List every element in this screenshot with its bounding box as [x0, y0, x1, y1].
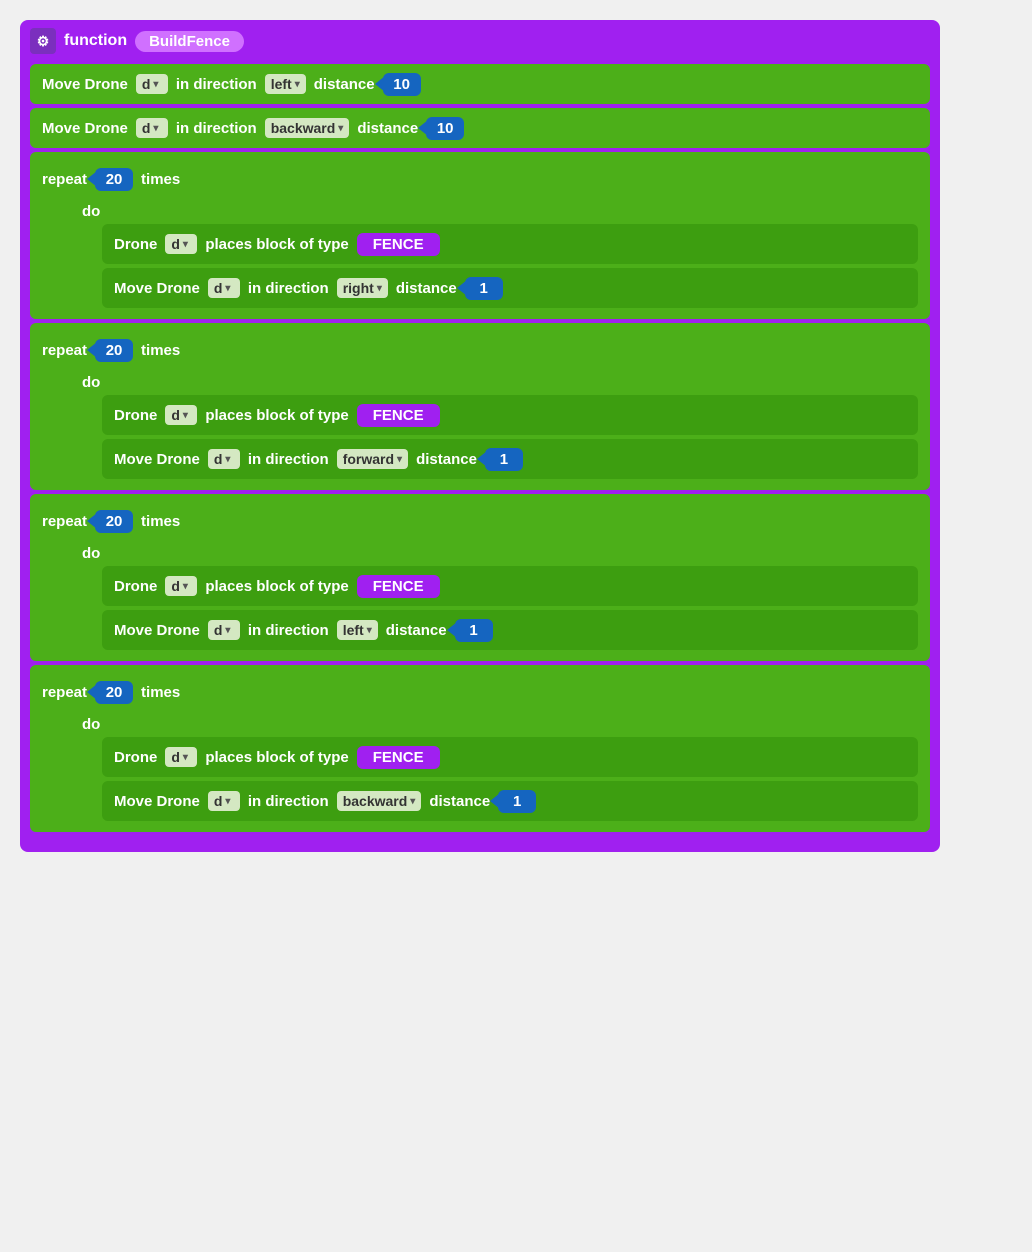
fence-badge-3[interactable]: FENCE — [357, 575, 440, 598]
repeat-block-4: repeat 20 times do Drone d ▾ places bloc… — [30, 665, 930, 832]
repeat-header-3: repeat 20 times — [42, 501, 918, 541]
drone-label-p2: Drone — [114, 407, 157, 424]
move-drone-left-block: Move Drone d ▾ in direction left ▾ dista… — [30, 64, 930, 104]
move-var-r3[interactable]: d ▾ — [208, 620, 240, 640]
repeat-header-2: repeat 20 times — [42, 330, 918, 370]
function-name-badge[interactable]: BuildFence — [135, 31, 244, 52]
move-block-1: Move Drone d ▾ in direction right ▾ dist… — [102, 268, 918, 308]
repeat-body-4: do Drone d ▾ places block of type FENCE … — [82, 712, 918, 821]
function-keyword: function — [64, 32, 127, 50]
move-val-r3[interactable]: 1 — [455, 619, 493, 642]
move-dist-label-r2: distance — [416, 451, 477, 468]
move-block-3: Move Drone d ▾ in direction left ▾ dista… — [102, 610, 918, 650]
repeat-body-1: do Drone d ▾ places block of type FENCE … — [82, 199, 918, 308]
workspace: ⚙ function BuildFence Move Drone d ▾ in … — [20, 20, 940, 852]
distance-value-1[interactable]: 10 — [383, 73, 421, 96]
place-drone-var-4[interactable]: d ▾ — [165, 747, 197, 767]
drone-label-p1: Drone — [114, 236, 157, 253]
move-direction-r4[interactable]: backward ▾ — [337, 791, 422, 811]
place-drone-var-1[interactable]: d ▾ — [165, 234, 197, 254]
move-dist-label-r4: distance — [429, 793, 490, 810]
repeat-header-1: repeat 20 times — [42, 159, 918, 199]
repeat-body-2: do Drone d ▾ places block of type FENCE … — [82, 370, 918, 479]
in-direction-label-1: in direction — [176, 76, 257, 93]
drone-var-dropdown-2[interactable]: d ▾ — [136, 118, 168, 138]
move-label-r2: Move Drone — [114, 451, 200, 468]
place-block-1: Drone d ▾ places block of type FENCE — [102, 224, 918, 264]
in-direction-label-2: in direction — [176, 120, 257, 137]
move-dist-label-r1: distance — [396, 280, 457, 297]
place-block-2: Drone d ▾ places block of type FENCE — [102, 395, 918, 435]
repeat-label-2: repeat — [42, 342, 87, 359]
move-dir-label-r2: in direction — [248, 451, 329, 468]
repeat-times-4: times — [141, 684, 180, 701]
move-direction-r3[interactable]: left ▾ — [337, 620, 378, 640]
repeat-times-3: times — [141, 513, 180, 530]
do-label-4: do — [82, 716, 918, 733]
repeat-label-3: repeat — [42, 513, 87, 530]
place-block-4: Drone d ▾ places block of type FENCE — [102, 737, 918, 777]
place-drone-var-3[interactable]: d ▾ — [165, 576, 197, 596]
function-header: ⚙ function BuildFence — [30, 28, 930, 54]
repeat-header-4: repeat 20 times — [42, 672, 918, 712]
places-block-label-4: places block of type — [205, 749, 348, 766]
drone-label-p4: Drone — [114, 749, 157, 766]
move-dir-label-r1: in direction — [248, 280, 329, 297]
move-val-r2[interactable]: 1 — [485, 448, 523, 471]
move-block-2: Move Drone d ▾ in direction forward ▾ di… — [102, 439, 918, 479]
move-drone-backward-block: Move Drone d ▾ in direction backward ▾ d… — [30, 108, 930, 148]
fence-badge-2[interactable]: FENCE — [357, 404, 440, 427]
function-icon: ⚙ — [30, 28, 56, 54]
repeat-block-1: repeat 20 times do Drone d ▾ places bl — [30, 152, 930, 319]
move-direction-r2[interactable]: forward ▾ — [337, 449, 408, 469]
places-block-label-3: places block of type — [205, 578, 348, 595]
place-drone-var-2[interactable]: d ▾ — [165, 405, 197, 425]
repeat-body-3: do Drone d ▾ places block of type FENCE … — [82, 541, 918, 650]
places-block-label-1: places block of type — [205, 236, 348, 253]
move-label-r4: Move Drone — [114, 793, 200, 810]
drone-var-dropdown-1[interactable]: d ▾ — [136, 74, 168, 94]
move-direction-r1[interactable]: right ▾ — [337, 278, 388, 298]
move-var-r4[interactable]: d ▾ — [208, 791, 240, 811]
direction-dropdown-2[interactable]: backward ▾ — [265, 118, 350, 138]
move-dist-label-r3: distance — [386, 622, 447, 639]
repeat-value-1[interactable]: 20 — [95, 168, 133, 191]
move-dir-label-r3: in direction — [248, 622, 329, 639]
repeat-label-4: repeat — [42, 684, 87, 701]
move-dir-label-r4: in direction — [248, 793, 329, 810]
function-block: ⚙ function BuildFence Move Drone d ▾ in … — [20, 20, 940, 852]
move-label-r3: Move Drone — [114, 622, 200, 639]
move-val-r4[interactable]: 1 — [498, 790, 536, 813]
repeat-value-4[interactable]: 20 — [95, 681, 133, 704]
repeat-block-3: repeat 20 times do Drone d ▾ places bloc… — [30, 494, 930, 661]
do-label-2: do — [82, 374, 918, 391]
move-drone-label-2: Move Drone — [42, 120, 128, 137]
drone-label-p3: Drone — [114, 578, 157, 595]
move-block-4: Move Drone d ▾ in direction backward ▾ d… — [102, 781, 918, 821]
repeat-times-2: times — [141, 342, 180, 359]
place-block-3: Drone d ▾ places block of type FENCE — [102, 566, 918, 606]
move-var-r1[interactable]: d ▾ — [208, 278, 240, 298]
repeat-value-2[interactable]: 20 — [95, 339, 133, 362]
distance-label-1: distance — [314, 76, 375, 93]
move-val-r1[interactable]: 1 — [465, 277, 503, 300]
repeat-value-3[interactable]: 20 — [95, 510, 133, 533]
direction-dropdown-1[interactable]: left ▾ — [265, 74, 306, 94]
repeat-label-1: repeat — [42, 171, 87, 188]
repeat-times-1: times — [141, 171, 180, 188]
fence-badge-1[interactable]: FENCE — [357, 233, 440, 256]
distance-label-2: distance — [357, 120, 418, 137]
repeat-block-2: repeat 20 times do Drone d ▾ places bloc… — [30, 323, 930, 490]
move-label-r1: Move Drone — [114, 280, 200, 297]
move-drone-label-1: Move Drone — [42, 76, 128, 93]
places-block-label-2: places block of type — [205, 407, 348, 424]
move-var-r2[interactable]: d ▾ — [208, 449, 240, 469]
fence-badge-4[interactable]: FENCE — [357, 746, 440, 769]
do-label-1: do — [82, 203, 918, 220]
distance-value-2[interactable]: 10 — [426, 117, 464, 140]
do-label-3: do — [82, 545, 918, 562]
